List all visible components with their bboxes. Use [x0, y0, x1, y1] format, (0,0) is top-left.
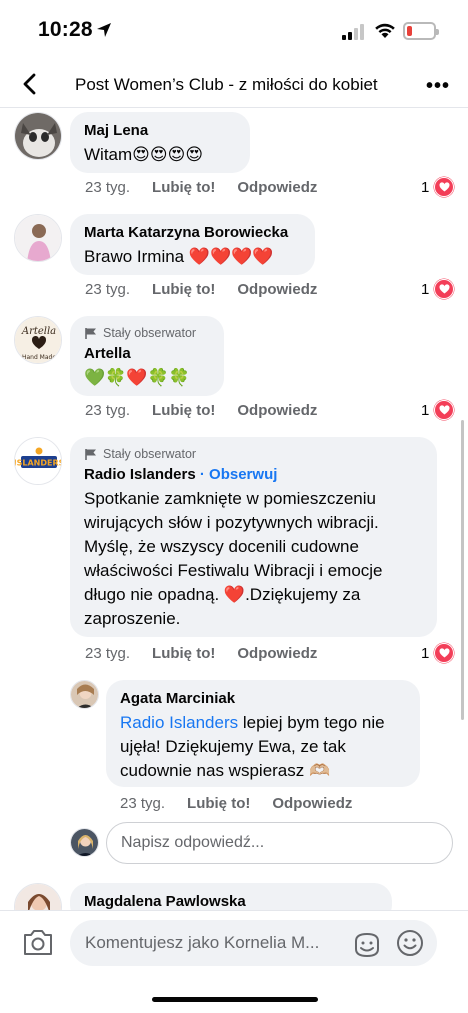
reaction-count[interactable]: 1	[421, 279, 455, 299]
comment-actions: 23 tyg. Lubię to! Odpowiedz	[85, 281, 317, 298]
reaction-count[interactable]: 1	[421, 400, 455, 420]
comment-text: 💚🍀❤️🍀🍀	[84, 368, 190, 387]
comment-author[interactable]: Marta Katarzyna Borowiecka	[84, 223, 301, 242]
comment-time: 23 tyg.	[85, 179, 131, 196]
reply-button[interactable]: Odpowiedz	[237, 645, 317, 662]
reaction-count[interactable]: 1	[421, 643, 455, 663]
reaction-number: 1	[421, 178, 430, 196]
reply-button[interactable]: Odpowiedz	[272, 795, 352, 812]
comment-composer: Komentujesz jako Kornelia M...	[0, 910, 468, 1013]
heart-icon	[434, 279, 455, 299]
heart-icon	[434, 400, 455, 420]
comment-time: 23 tyg.	[85, 281, 131, 298]
heart-icon	[434, 177, 455, 197]
comment-author[interactable]: Radio Islanders	[84, 466, 196, 483]
reply-bubble[interactable]: Agata Marciniak Radio Islanders lepiej b…	[106, 680, 420, 787]
comment-author-row: Radio Islanders · Obserwuj	[84, 465, 423, 484]
battery-icon	[403, 22, 439, 40]
home-indicator[interactable]	[152, 997, 318, 1002]
comment-text: Brawo Irmina ❤️❤️❤️❤️	[84, 247, 274, 266]
comment-text: Witam😍😍😍😍	[84, 145, 204, 164]
follower-badge: Stały obserwator	[84, 446, 423, 462]
reply-button[interactable]: Odpowiedz	[237, 402, 317, 419]
reaction-number: 1	[421, 280, 430, 298]
mention-link[interactable]: Radio Islanders	[120, 713, 238, 732]
svg-text:ISLANDERS: ISLANDERS	[15, 459, 62, 468]
emoji-icon[interactable]	[396, 929, 424, 957]
reply-button[interactable]: Odpowiedz	[237, 281, 317, 298]
reaction-number: 1	[421, 644, 430, 662]
comment-actions: 23 tyg. Lubię to! Odpowiedz	[85, 402, 317, 419]
more-icon[interactable]: •••	[426, 75, 450, 98]
status-bar: 10:28	[0, 0, 468, 62]
comment-actions: 23 tyg. Lubię to! Odpowiedz	[85, 179, 317, 196]
reply-input[interactable]: Napisz odpowiedź...	[106, 822, 453, 864]
like-button[interactable]: Lubię to!	[152, 281, 215, 298]
separator-dot: ·	[199, 466, 210, 483]
svg-text:Artella: Artella	[21, 326, 56, 337]
reply-button[interactable]: Odpowiedz	[237, 179, 317, 196]
location-arrow-icon	[97, 23, 111, 37]
sticker-icon[interactable]	[352, 931, 382, 959]
comment-time: 23 tyg.	[85, 645, 131, 662]
wifi-icon	[375, 23, 395, 38]
page-title: Post Women’s Club - z miłości do kobiet	[75, 75, 378, 94]
comment-author[interactable]: Artella	[84, 344, 210, 363]
svg-text:Hand Made: Hand Made	[22, 354, 56, 361]
flag-icon	[85, 327, 96, 339]
reply-time: 23 tyg.	[120, 795, 166, 812]
follower-badge-label: Stały obserwator	[103, 326, 197, 340]
like-button[interactable]: Lubię to!	[152, 645, 215, 662]
reply-author[interactable]: Agata Marciniak	[120, 689, 406, 708]
avatar[interactable]	[14, 214, 62, 262]
follow-button[interactable]: Obserwuj	[209, 466, 277, 483]
reaction-count[interactable]: 1	[421, 177, 455, 197]
reaction-number: 1	[421, 401, 430, 419]
follower-badge-label: Stały obserwator	[103, 447, 197, 461]
back-chevron-icon[interactable]	[20, 72, 40, 96]
scrollbar[interactable]	[461, 420, 464, 720]
comment-author[interactable]: Magdalena Pawlowska	[84, 892, 378, 911]
reply-text: Radio Islanders lepiej bym tego nie ujęł…	[120, 711, 406, 783]
flag-icon	[85, 448, 96, 460]
comment-time: 23 tyg.	[85, 402, 131, 419]
comment-bubble[interactable]: Stały obserwator Artella 💚🍀❤️🍀🍀	[70, 316, 224, 396]
status-time: 10:28	[38, 18, 93, 41]
heart-icon	[434, 643, 455, 663]
avatar[interactable]	[70, 680, 99, 709]
comment-text: Spotkanie zamknięte w pomieszczeniu wiru…	[84, 489, 383, 628]
avatar[interactable]: ISLANDERS	[14, 437, 62, 485]
like-button[interactable]: Lubię to!	[152, 179, 215, 196]
avatar[interactable]	[14, 112, 62, 160]
signal-icon	[342, 24, 364, 40]
comment-author[interactable]: Maj Lena	[84, 121, 236, 140]
like-button[interactable]: Lubię to!	[187, 795, 250, 812]
reply-actions: 23 tyg. Lubię to! Odpowiedz	[120, 795, 352, 812]
avatar[interactable]: Artella Hand Made	[14, 316, 62, 364]
follower-badge: Stały obserwator	[84, 325, 210, 341]
like-button[interactable]: Lubię to!	[152, 402, 215, 419]
comment-actions: 23 tyg. Lubię to! Odpowiedz	[85, 645, 317, 662]
avatar	[70, 828, 99, 857]
camera-icon[interactable]	[22, 927, 54, 957]
comment-bubble[interactable]: Marta Katarzyna Borowiecka Brawo Irmina …	[70, 214, 315, 275]
comment-bubble[interactable]: Maj Lena Witam😍😍😍😍	[70, 112, 250, 173]
nav-bar: Post Women’s Club - z miłości do kobiet …	[0, 62, 468, 108]
comment-bubble[interactable]: Stały obserwator Radio Islanders · Obser…	[70, 437, 437, 637]
battery-level	[407, 26, 412, 36]
